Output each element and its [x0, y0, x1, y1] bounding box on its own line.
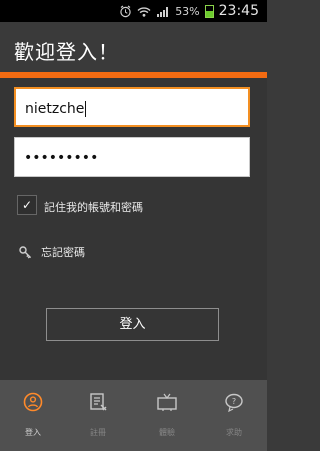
- status-bar: 53% 23:45: [0, 0, 267, 22]
- page-title: 歡迎登入！: [14, 40, 119, 64]
- nav-label-experience: 體驗: [159, 428, 175, 437]
- signal-icon: [157, 6, 169, 17]
- svg-text:?: ?: [232, 397, 236, 406]
- password-mask: •••••••••: [24, 150, 99, 166]
- forgot-password-label: 忘記密碼: [41, 246, 85, 259]
- username-value: nietzche: [25, 101, 85, 117]
- password-input[interactable]: •••••••••: [14, 137, 250, 177]
- battery-percent: 53%: [175, 4, 200, 18]
- login-button[interactable]: 登入: [46, 308, 219, 341]
- status-icons: 53% 23:45: [119, 3, 259, 19]
- nav-item-register[interactable]: 註冊: [76, 391, 120, 443]
- alarm-icon: [120, 5, 131, 17]
- nav-label-login: 登入: [25, 428, 41, 437]
- nav-item-login[interactable]: 登入: [11, 391, 55, 443]
- username-input[interactable]: nietzche: [14, 87, 250, 127]
- nav-item-help[interactable]: ? 求助: [212, 391, 256, 443]
- nav-item-experience[interactable]: 體驗: [145, 391, 189, 443]
- text-cursor: [85, 101, 87, 117]
- status-time: 23:45: [218, 3, 259, 19]
- nav-label-help: 求助: [226, 428, 242, 437]
- experience-tv-icon: [157, 393, 177, 411]
- login-user-icon: [23, 392, 43, 412]
- wifi-icon: [137, 6, 151, 17]
- key-icon: [19, 245, 32, 258]
- checkmark-icon: ✓: [21, 198, 33, 212]
- bottom-navigation: 登入 註冊 體驗 ? 求助: [0, 380, 267, 451]
- remember-label[interactable]: 記住我的帳號和密碼: [44, 199, 143, 215]
- nav-label-register: 註冊: [90, 428, 106, 437]
- forgot-password-link[interactable]: 忘記密碼: [18, 244, 85, 260]
- help-question-icon: ?: [225, 393, 243, 413]
- remember-checkbox[interactable]: ✓: [17, 195, 37, 215]
- battery-icon: [204, 4, 214, 18]
- register-document-icon: [90, 393, 107, 411]
